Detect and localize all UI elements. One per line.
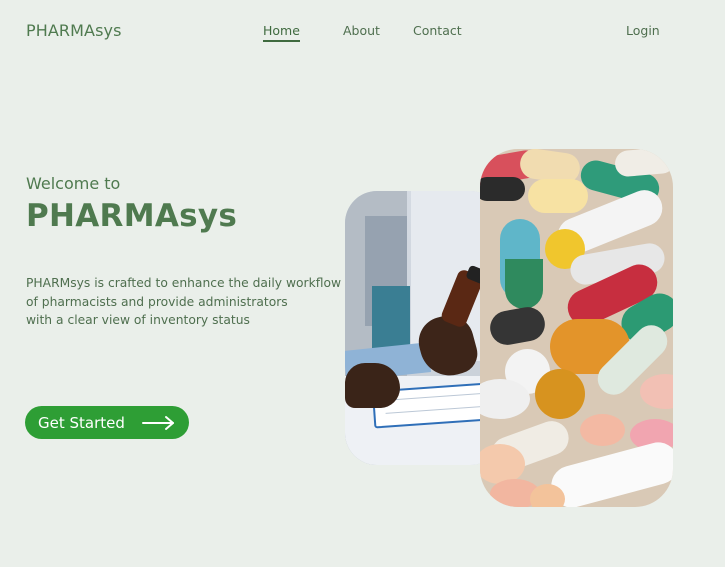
hero-welcome: Welcome to [26,174,121,193]
nav-contact-link[interactable]: Contact [413,23,462,38]
pills-photo [480,149,673,507]
hero-description-line: PHARMsys is crafted to enhance the daily… [26,276,342,290]
get-started-label: Get Started [38,413,125,432]
nav-home-link[interactable]: Home [263,23,300,38]
hero-description-line: with a clear view of inventory status [26,313,250,327]
hero-description-line: of pharmacists and provide administrator… [26,294,288,309]
nav-about-link[interactable]: About [343,23,380,38]
hero-title: PHARMAsys [26,198,238,234]
logo[interactable]: PHARMAsys [26,21,122,40]
pharmacist-photo [345,191,502,465]
landing-page: PHARMAsys Home About Contact Login Welco… [0,0,725,567]
get-started-button[interactable]: Get Started [25,406,189,439]
nav-active-indicator [263,40,300,42]
login-link[interactable]: Login [626,23,660,38]
arrow-right-icon [142,416,174,430]
hero-description: PHARMsys is crafted to enhance the daily… [26,274,346,330]
